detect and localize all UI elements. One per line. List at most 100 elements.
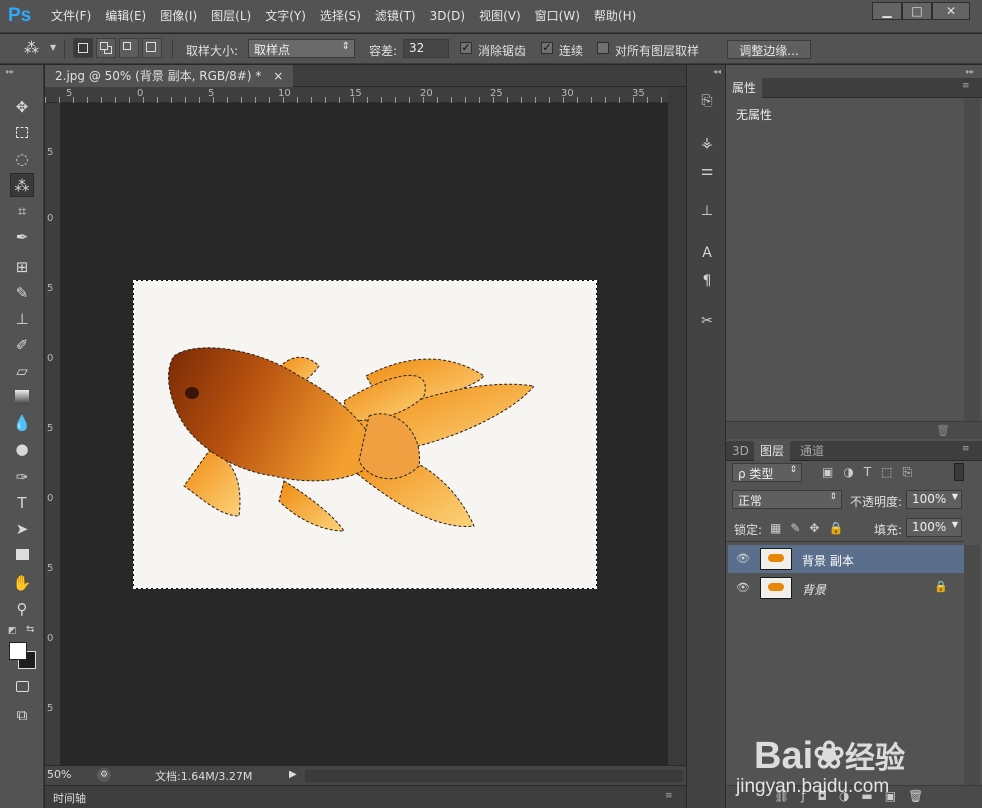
brush-tool-icon[interactable]: ✎ [10,281,34,305]
lock-label: 锁定: [734,523,763,537]
pen-tool-icon[interactable]: ✑ [10,465,34,489]
document-image[interactable] [133,280,597,589]
menu-file[interactable]: 文件(F) [44,0,98,33]
zoom-tool-icon[interactable]: ⚲ [10,597,34,621]
marquee-tool-icon[interactable] [10,121,34,145]
timeline-tab[interactable]: 时间轴 [53,790,86,806]
tab-channels[interactable]: 通道 [794,441,830,461]
menu-help[interactable]: 帮助(H) [587,0,643,33]
properties-scrollbar[interactable] [964,99,980,421]
visibility-eye-icon[interactable]: 👁 [736,581,750,595]
quick-mask-icon[interactable] [10,675,34,699]
new-selection-button[interactable] [73,38,93,58]
maximize-button[interactable]: □ [902,2,932,20]
minimize-button[interactable]: ▁ [872,2,902,20]
menu-filter[interactable]: 滤镜(T) [368,0,423,33]
document-tab-bar: 2.jpg @ 50% (背景 副本, RGB/8#) * × [45,65,686,87]
collapse-icon[interactable]: ▸▸ [6,67,14,76]
status-menu-arrow-icon[interactable]: ▶ [289,769,297,780]
hand-tool-icon[interactable]: ✋ [10,571,34,595]
menu-type[interactable]: 文字(Y) [258,0,313,33]
menu-3d[interactable]: 3D(D) [423,0,472,33]
panel-menu-icon[interactable]: ≡ [962,444,970,454]
brush-settings-icon[interactable]: ⚌ [695,159,719,183]
chevron-down-icon[interactable]: ▼ [50,43,56,52]
tool-presets-icon[interactable]: ✂ [695,309,719,333]
opacity-input[interactable]: 100% ▼ [906,490,962,509]
refine-edge-button[interactable]: 调整边缘... [727,40,811,59]
status-info-icon[interactable]: ⚙ [97,768,111,782]
menu-image[interactable]: 图像(I) [153,0,204,33]
magic-wand-icon[interactable]: ⁂ [24,39,44,59]
eraser-tool-icon[interactable]: ▱ [10,359,34,383]
collapse-dock-icon[interactable]: ◂◂ [713,67,721,76]
layer-name[interactable]: 背景 [802,581,826,598]
add-selection-button[interactable] [96,38,116,58]
antialias-checkbox[interactable]: ✓ [460,42,472,54]
menu-window[interactable]: 窗口(W) [528,0,587,33]
tab-layers[interactable]: 图层 [754,441,791,461]
contiguous-checkbox[interactable]: ✓ [541,42,553,54]
path-selection-tool-icon[interactable]: ➤ [10,517,34,541]
type-tool-icon[interactable]: T [10,491,34,515]
tolerance-input[interactable]: 32 [403,39,449,58]
ruler-label: 5 [47,703,54,714]
history-icon[interactable]: ⎘ [695,89,719,113]
trash-icon[interactable]: 🗑 [936,424,950,437]
horizontal-scrollbar[interactable] [305,770,683,782]
lock-icons[interactable]: ▦✎✥🔒 [770,521,852,535]
layer-row-background[interactable]: 👁 背景 🔒 [728,574,964,602]
menu-select[interactable]: 选择(S) [313,0,368,33]
layers-scrollbar[interactable] [964,545,980,785]
rectangle-tool-icon[interactable] [10,543,34,567]
move-tool-icon[interactable]: ✥ [10,95,34,119]
vertical-scrollbar[interactable] [668,87,686,765]
tab-properties[interactable]: 属性 [726,78,763,98]
expand-dock-icon[interactable]: ▸▸ [966,67,974,76]
crop-tool-icon[interactable]: ⌗ [10,199,34,223]
swap-colors-icon[interactable]: ⇆ [26,624,34,635]
close-button[interactable]: ✕ [932,2,970,20]
history-brush-tool-icon[interactable]: ✐ [10,333,34,357]
fill-value: 100% [912,520,947,534]
zoom-level[interactable]: 50% [47,768,71,781]
sample-size-select[interactable]: 取样点 ⇕ [248,39,355,58]
intersect-selection-button[interactable] [142,38,162,58]
character-icon[interactable]: A [695,241,719,265]
brush-presets-icon[interactable]: ⚶ [695,131,719,155]
clone-stamp-tool-icon[interactable]: ⊥ [10,307,34,331]
fill-input[interactable]: 100% ▼ [906,518,962,537]
menu-layer[interactable]: 图层(L) [204,0,258,33]
lasso-tool-icon[interactable]: ◌ [10,147,34,171]
gradient-tool-icon[interactable] [10,385,34,409]
sample-all-layers-checkbox[interactable] [597,42,609,54]
visibility-eye-icon[interactable]: 👁 [736,552,750,566]
sample-all-layers-label: 对所有图层取样 [615,44,700,58]
layer-row-background-copy[interactable]: 👁 背景 副本 [728,545,964,573]
close-tab-icon[interactable]: × [273,69,283,83]
blend-mode-select[interactable]: 正常 ⇕ [732,490,842,509]
paragraph-icon[interactable]: ¶ [695,269,719,293]
layer-name[interactable]: 背景 副本 [802,552,854,569]
blur-tool-icon[interactable]: 💧 [10,411,34,435]
healing-brush-tool-icon[interactable]: ⊞ [10,255,34,279]
layer-filter-icons[interactable]: ▣◑T⬚⎘ [822,465,922,480]
ruler-label: 0 [47,633,54,644]
filter-toggle[interactable] [954,463,964,481]
subtract-selection-button[interactable] [119,38,139,58]
dodge-tool-icon[interactable]: ● [10,437,34,461]
clone-source-icon[interactable]: ⊥ [695,199,719,223]
foreground-color-swatch[interactable] [9,642,27,660]
menu-view[interactable]: 视图(V) [472,0,528,33]
panel-menu-icon[interactable]: ≡ [962,81,970,91]
panel-menu-icon[interactable]: ≡ [665,791,673,801]
layer-filter-select[interactable]: ρ 类型 ⇕ [732,463,802,482]
default-colors-icon[interactable]: ◩ [8,626,17,636]
tab-3d[interactable]: 3D [726,441,755,461]
magic-wand-tool-icon[interactable]: ⁂ [10,173,34,197]
screen-mode-icon[interactable]: ⧉ [10,703,34,727]
menu-edit[interactable]: 编辑(E) [98,0,153,33]
document-tab[interactable]: 2.jpg @ 50% (背景 副本, RGB/8#) * × [45,65,294,87]
eyedropper-tool-icon[interactable]: ✒ [10,225,34,249]
watermark-text: 经验 [844,742,905,775]
